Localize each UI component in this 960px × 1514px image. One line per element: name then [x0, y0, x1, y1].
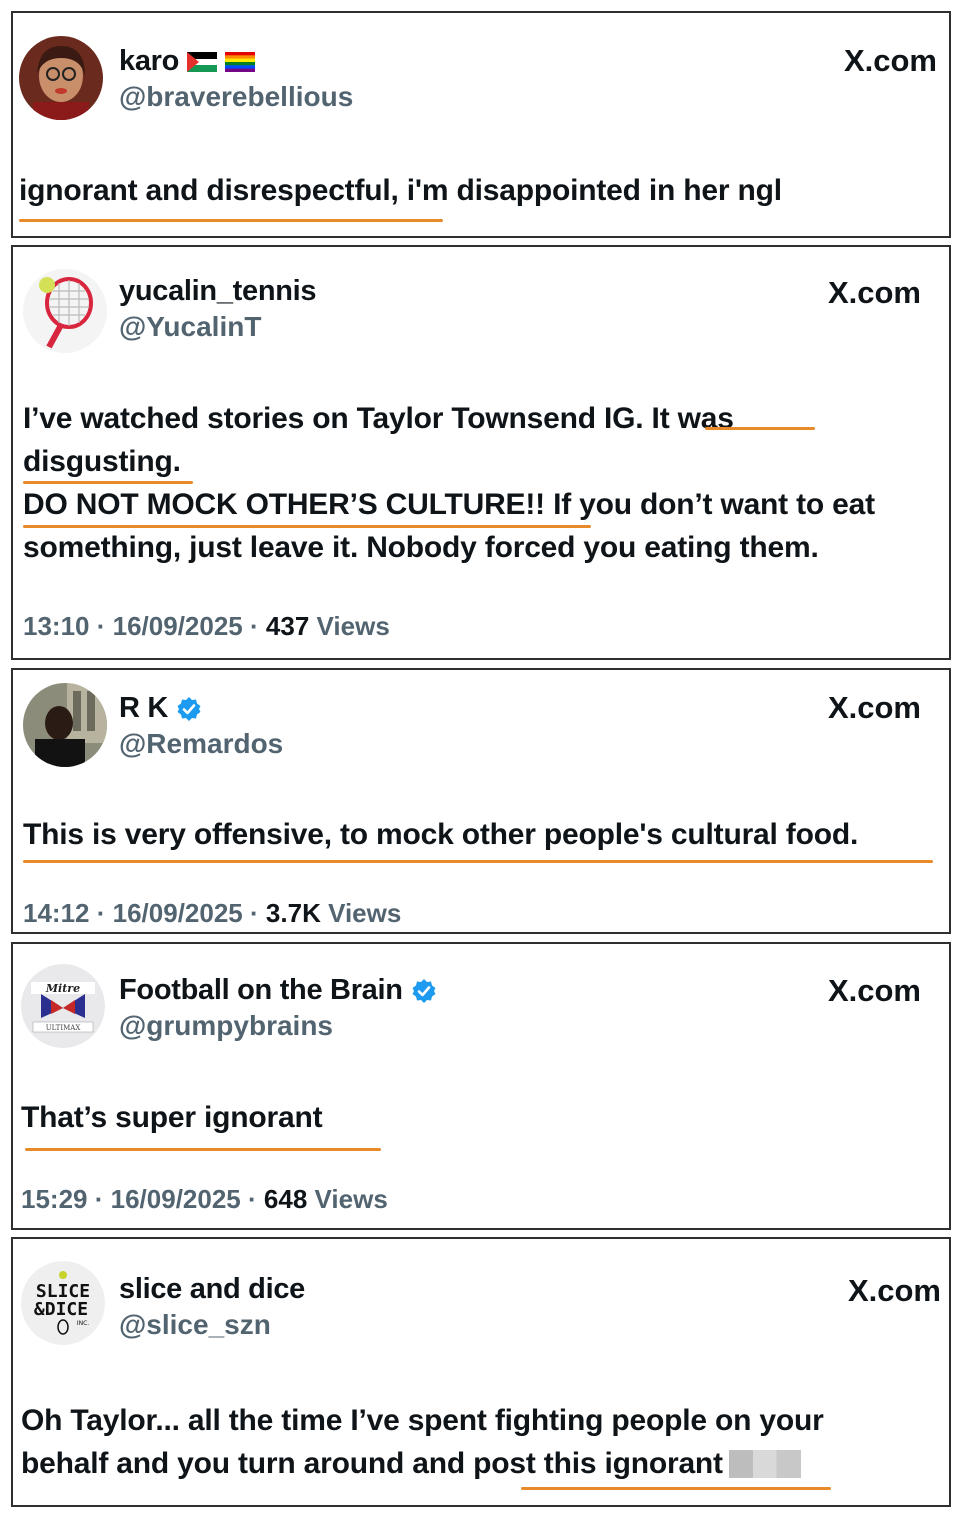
palestine-flag-icon [187, 51, 218, 72]
tweet-text-line: Oh Taylor... all the time I’ve spent fig… [21, 1404, 824, 1437]
separator-dot: · [248, 1184, 257, 1214]
separator-dot: · [96, 611, 106, 641]
site-label: X.com [847, 1273, 941, 1308]
highlight-underline [19, 219, 443, 222]
avatar-logo-text: INC. [77, 1320, 89, 1327]
views-count: 3.7K [265, 898, 321, 928]
highlight-underline [705, 427, 815, 430]
tweet-text-line: disgusting. [23, 445, 181, 478]
views-label: Views [316, 611, 390, 641]
highlight-underline [23, 860, 933, 863]
display-name-text: slice and dice [119, 1273, 305, 1305]
display-name[interactable]: Football on the Brain [119, 974, 437, 1007]
avatar-logo-text: &DICE [34, 1299, 88, 1320]
tweet-date[interactable]: 16/09/2025 [113, 611, 243, 641]
tweet-time[interactable]: 13:10 [23, 611, 90, 641]
avatar[interactable] [23, 269, 107, 353]
highlight-underline [521, 1487, 831, 1490]
tweet-meta: 13:10 · 16/09/2025 · 437 Views [23, 611, 390, 642]
tweet-text-line: something, just leave it. Nobody forced … [23, 531, 819, 564]
highlight-underline [23, 481, 193, 484]
tweet-card[interactable]: SLICE &DICE INC. slice and dice @slice_s… [11, 1237, 951, 1507]
tweet-time[interactable]: 14:12 [23, 898, 90, 928]
separator-dot: · [250, 611, 259, 641]
tweet-card[interactable]: yucalin_tennis @YucalinT X.com I’ve watc… [11, 245, 951, 660]
svg-text:ULTIMAX: ULTIMAX [46, 1024, 81, 1032]
tweet-card[interactable]: Mitre ULTIMAX Football on the Brain @gru… [11, 942, 951, 1230]
site-label: X.com [827, 973, 921, 1008]
tweet-text-line: I’ve watched stories on Taylor Townsend … [23, 402, 734, 435]
rainbow-flag-icon [225, 51, 256, 72]
tweet-text: This is very offensive, to mock other pe… [23, 813, 858, 856]
avatar[interactable] [23, 683, 107, 767]
site-label: X.com [827, 275, 921, 310]
tweet-text-line-wrap: behalf and you turn around and post this… [21, 1442, 824, 1485]
verified-badge-icon [412, 978, 436, 1003]
avatar[interactable]: Mitre ULTIMAX [21, 964, 105, 1048]
tweet-meta: 15:29 · 16/09/2025 · 648 Views [21, 1184, 388, 1215]
handle[interactable]: @YucalinT [119, 311, 261, 343]
handle[interactable]: @braverebellious [119, 81, 353, 113]
tweet-text: Oh Taylor... all the time I’ve spent fig… [21, 1399, 824, 1485]
display-name-text: yucalin_tennis [119, 275, 317, 307]
views-count: 437 [265, 611, 310, 641]
verified-badge-icon [177, 696, 201, 721]
views-label: Views [328, 898, 402, 928]
svg-text:Mitre: Mitre [45, 982, 80, 995]
tweet-card[interactable]: karo @braverebellious X.com ignorant and… [11, 11, 951, 238]
display-name[interactable]: yucalin_tennis [119, 275, 317, 308]
site-label: X.com [827, 690, 921, 725]
tweet-time[interactable]: 15:29 [21, 1184, 88, 1214]
blurred-emoji [728, 1449, 801, 1478]
display-name-text: karo [119, 45, 180, 77]
avatar[interactable]: SLICE &DICE INC. [21, 1261, 105, 1345]
handle[interactable]: @slice_szn [119, 1309, 271, 1341]
tweet-text: That’s super ignorant [21, 1096, 323, 1139]
site-label: X.com [843, 43, 937, 78]
separator-dot: · [94, 1184, 104, 1214]
tweet-date[interactable]: 16/09/2025 [113, 898, 243, 928]
display-name-text: R K [119, 692, 169, 724]
separator-dot: · [250, 898, 259, 928]
display-name[interactable]: karo [119, 45, 256, 78]
tweet-text-line: This is very offensive, to mock other pe… [23, 818, 859, 851]
tweet-date[interactable]: 16/09/2025 [111, 1184, 241, 1214]
tweet-text-line: ignorant and disrespectful, i'm disappoi… [19, 174, 782, 207]
views-count: 648 [263, 1184, 308, 1214]
handle[interactable]: @grumpybrains [119, 1010, 333, 1042]
highlight-underline [23, 525, 591, 528]
views-label: Views [314, 1184, 388, 1214]
display-name[interactable]: slice and dice [119, 1273, 305, 1306]
avatar[interactable] [19, 36, 103, 120]
tweet-text-line: behalf and you turn around and post this… [21, 1447, 723, 1480]
display-name[interactable]: R K [119, 692, 202, 725]
handle[interactable]: @Remardos [119, 728, 283, 760]
tweet-text-line: That’s super ignorant [21, 1101, 323, 1134]
display-name-text: Football on the Brain [119, 974, 403, 1006]
highlight-underline [25, 1148, 381, 1151]
tweet-meta: 14:12 · 16/09/2025 · 3.7K Views [23, 898, 401, 929]
tweet-card[interactable]: R K @Remardos X.com This is very offensi… [11, 668, 951, 934]
separator-dot: · [96, 898, 106, 928]
tweet-text: ignorant and disrespectful, i'm disappoi… [19, 169, 782, 212]
tweet-text-line: DO NOT MOCK OTHER’S CULTURE!! If you don… [23, 488, 875, 521]
